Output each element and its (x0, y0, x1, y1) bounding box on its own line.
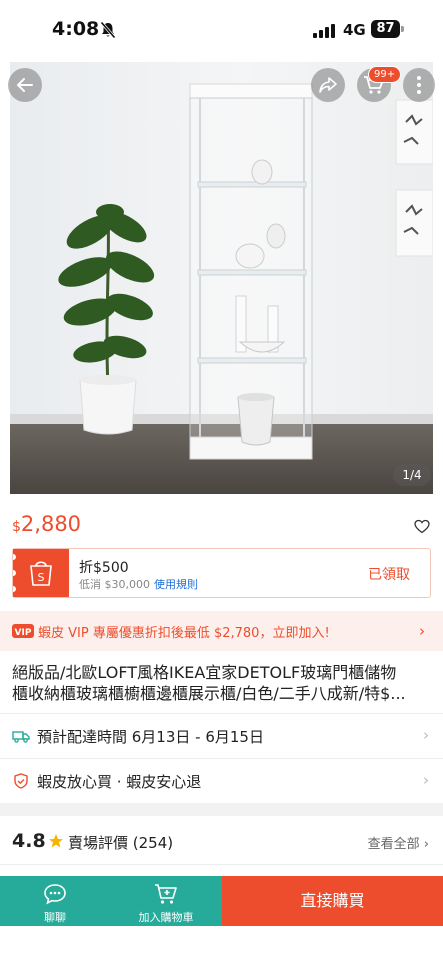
status-time: 4:08 (52, 18, 100, 40)
bell-muted-icon (100, 21, 116, 39)
chat-icon (44, 884, 66, 905)
price-currency: $ (12, 519, 21, 535)
svg-text:S: S (38, 571, 45, 584)
coupon-min-spend: 低消 $30,000 (79, 578, 150, 591)
price-value: 2,880 (20, 512, 82, 536)
image-counter: 1/4 (393, 464, 431, 486)
shipping-row[interactable]: 預計配達時間 6月13日 - 6月15日 › (0, 714, 443, 758)
product-image[interactable] (10, 62, 433, 494)
rating-score: 4.8 (12, 830, 46, 852)
view-all-link[interactable]: 查看全部 › (368, 833, 429, 852)
network-type: 4G (343, 21, 366, 39)
more-vertical-icon (417, 76, 421, 94)
battery-icon: 87 (371, 20, 404, 38)
coupon-rules-link[interactable]: 使用規則 (154, 578, 198, 591)
signal-icon (313, 24, 335, 38)
product-title: 絕版品/北歐LOFT風格IKEA宜家DETOLF玻璃門櫃儲物 櫃收納櫃玻璃櫃櫥櫃… (12, 662, 432, 704)
shipping-eta: 預計配達時間 6月13日 - 6月15日 (37, 728, 264, 746)
product-title-line2: 櫃收納櫃玻璃櫃櫥櫃邊櫃展示櫃/白色/二手八成新/特$... (12, 684, 406, 703)
chevron-right-icon: › (423, 771, 429, 789)
vip-banner[interactable]: VIP 蝦皮 VIP 專屬優惠折扣後最低 $2,780，立即加入! › (0, 611, 443, 651)
coupon-badge: S (10, 549, 69, 597)
svg-text:VIP: VIP (15, 628, 32, 638)
chevron-right-icon: › (419, 622, 425, 640)
coupon-status[interactable]: 已領取 (368, 564, 410, 584)
back-button[interactable] (8, 68, 42, 102)
share-button[interactable] (311, 68, 345, 102)
shopee-bag-icon: S (10, 554, 52, 592)
buy-now-button[interactable]: 直接購買 (222, 876, 443, 926)
rating-label: 賣場評價 (254) (68, 834, 174, 852)
vip-banner-text: 蝦皮 VIP 專屬優惠折扣後最低 $2,780，立即加入! (38, 626, 330, 641)
bottom-action-bar: 聊聊 加入購物車 直接購買 (0, 876, 443, 926)
add-to-cart-button[interactable]: 加入購物車 (110, 876, 222, 926)
status-bar: 4:08 4G 87 (0, 0, 443, 62)
shield-check-icon (14, 773, 28, 789)
more-button[interactable] (403, 68, 435, 102)
coupon-card[interactable]: S 折$500 低消 $30,000 使用規則 已領取 (10, 548, 431, 598)
section-gap (0, 803, 443, 816)
coupon-title: 折$500 (79, 560, 129, 576)
guarantee-row[interactable]: 蝦皮放心買 · 蝦皮安心退 › (0, 759, 443, 803)
shop-rating-row[interactable]: 4.8 賣場評價 (254) 查看全部 › (0, 818, 443, 864)
arrow-left-icon (17, 78, 33, 92)
divider (0, 864, 443, 865)
guarantee-text: 蝦皮放心買 · 蝦皮安心退 (37, 773, 202, 791)
share-icon (319, 77, 337, 93)
vip-badge-icon: VIP (12, 624, 34, 638)
battery-level: 87 (371, 20, 400, 38)
cart-count-badge: 99+ (368, 66, 402, 83)
add-cart-icon (155, 884, 177, 904)
product-price: $2,880 (12, 512, 81, 536)
product-title-line1: 絕版品/北歐LOFT風格IKEA宜家DETOLF玻璃門櫃儲物 (12, 663, 397, 682)
battery-nub (401, 26, 404, 32)
chat-button[interactable]: 聊聊 (0, 876, 110, 926)
add-cart-label: 加入購物車 (138, 911, 194, 924)
chevron-right-icon: › (423, 726, 429, 744)
star-icon (49, 834, 63, 848)
view-all-label: 查看全部 (367, 837, 420, 852)
chat-label: 聊聊 (44, 911, 66, 924)
heart-icon[interactable] (414, 519, 430, 534)
coupon-condition: 低消 $30,000 使用規則 (79, 576, 198, 592)
truck-icon (12, 731, 30, 743)
